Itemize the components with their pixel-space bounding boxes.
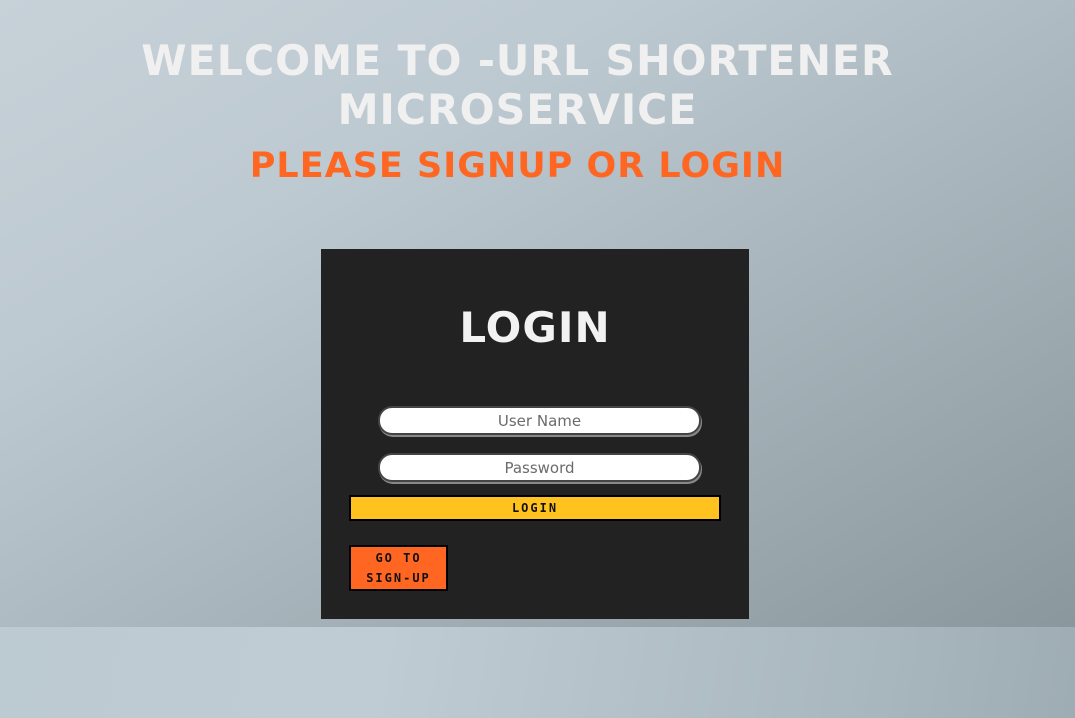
password-input[interactable] [378, 453, 701, 482]
signup-login-prompt: PLEASE SIGNUP OR LOGIN [249, 146, 786, 186]
page-footer-band [0, 627, 1075, 718]
go-to-signup-button[interactable]: GO TO SIGN-UP [349, 545, 448, 591]
login-button[interactable]: LOGIN [349, 495, 721, 521]
login-card: LOGIN LOGIN GO TO SIGN-UP [321, 249, 749, 619]
username-input[interactable] [378, 406, 701, 435]
login-card-title: LOGIN [459, 303, 611, 352]
welcome-heading: WELCOME TO -URL SHORTENER MICROSERVICE [141, 36, 894, 134]
